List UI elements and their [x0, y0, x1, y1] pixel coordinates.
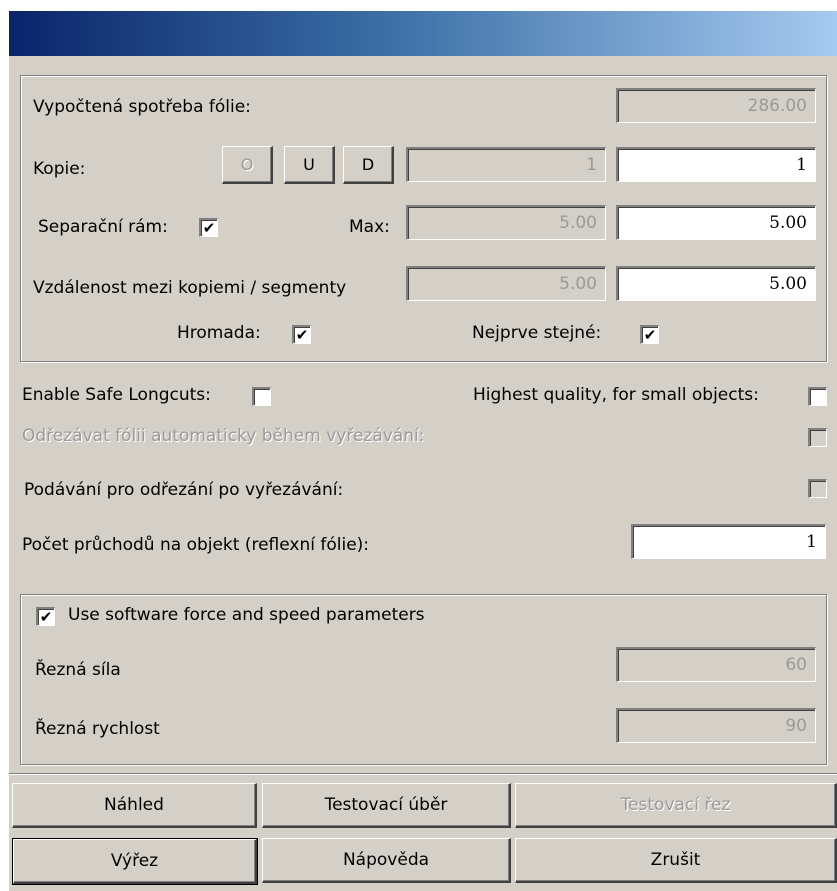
- pile-label: Hromada:: [177, 323, 261, 343]
- same-first-label: Nejprve stejné:: [472, 323, 602, 343]
- max-input[interactable]: 5.00: [616, 205, 816, 240]
- cancel-button[interactable]: Zrušit: [515, 838, 837, 883]
- auto-cut-checkbox: [808, 428, 827, 447]
- feed-checkbox[interactable]: [808, 479, 827, 498]
- copies-o-button[interactable]: O: [222, 146, 273, 184]
- pile-checkbox[interactable]: ✔: [292, 325, 311, 344]
- force-field: 60: [616, 647, 816, 682]
- feed-label: Podávání pro odřezání po vyřezávání:: [24, 480, 344, 500]
- test-weed-button[interactable]: Testovací úběr: [262, 783, 511, 828]
- copies-d-button[interactable]: D: [343, 146, 394, 184]
- copies-input[interactable]: 1: [616, 147, 816, 182]
- safe-longcuts-label: Enable Safe Longcuts:: [22, 385, 211, 405]
- separation-frame-checkbox[interactable]: ✔: [199, 218, 218, 237]
- highest-quality-label: Highest quality, for small objects:: [473, 385, 759, 405]
- auto-cut-label: Odřezávat fólii automaticky během vyřezá…: [22, 426, 425, 446]
- speed-label: Řezná rychlost: [35, 719, 160, 739]
- speed-field: 90: [616, 708, 816, 743]
- force-label: Řezná síla: [35, 660, 121, 680]
- help-button[interactable]: Nápověda: [262, 838, 511, 883]
- passes-label: Počet průchodů na objekt (reflexní fólie…: [22, 535, 370, 555]
- use-software-params-label: Use software force and speed parameters: [68, 605, 425, 625]
- consumption-label: Vypočtená spotřeba fólie:: [33, 97, 251, 117]
- copies-label: Kopie:: [33, 159, 86, 179]
- preview-button[interactable]: Náhled: [12, 783, 257, 828]
- safe-longcuts-checkbox[interactable]: [252, 387, 271, 406]
- passes-input[interactable]: 1: [631, 524, 826, 559]
- distance-computed-field: 5.00: [406, 266, 606, 301]
- use-software-params-checkbox[interactable]: ✔: [36, 607, 55, 626]
- same-first-checkbox[interactable]: ✔: [640, 325, 659, 344]
- distance-label: Vzdálenost mezi kopiemi / segmenty: [33, 278, 347, 298]
- test-cut-button[interactable]: Testovací řez: [515, 783, 837, 828]
- copies-computed-field: 1: [406, 147, 606, 182]
- max-label: Max:: [349, 217, 390, 237]
- title-bar[interactable]: [9, 11, 837, 56]
- copies-u-button[interactable]: U: [284, 146, 335, 184]
- separation-frame-label: Separační rám:: [38, 217, 168, 237]
- button-separator: [9, 773, 837, 775]
- cut-button[interactable]: Výřez: [12, 838, 258, 885]
- consumption-field: 286.00: [616, 88, 816, 123]
- distance-input[interactable]: 5.00: [616, 266, 816, 301]
- highest-quality-checkbox[interactable]: [808, 387, 827, 406]
- max-computed-field: 5.00: [406, 205, 606, 240]
